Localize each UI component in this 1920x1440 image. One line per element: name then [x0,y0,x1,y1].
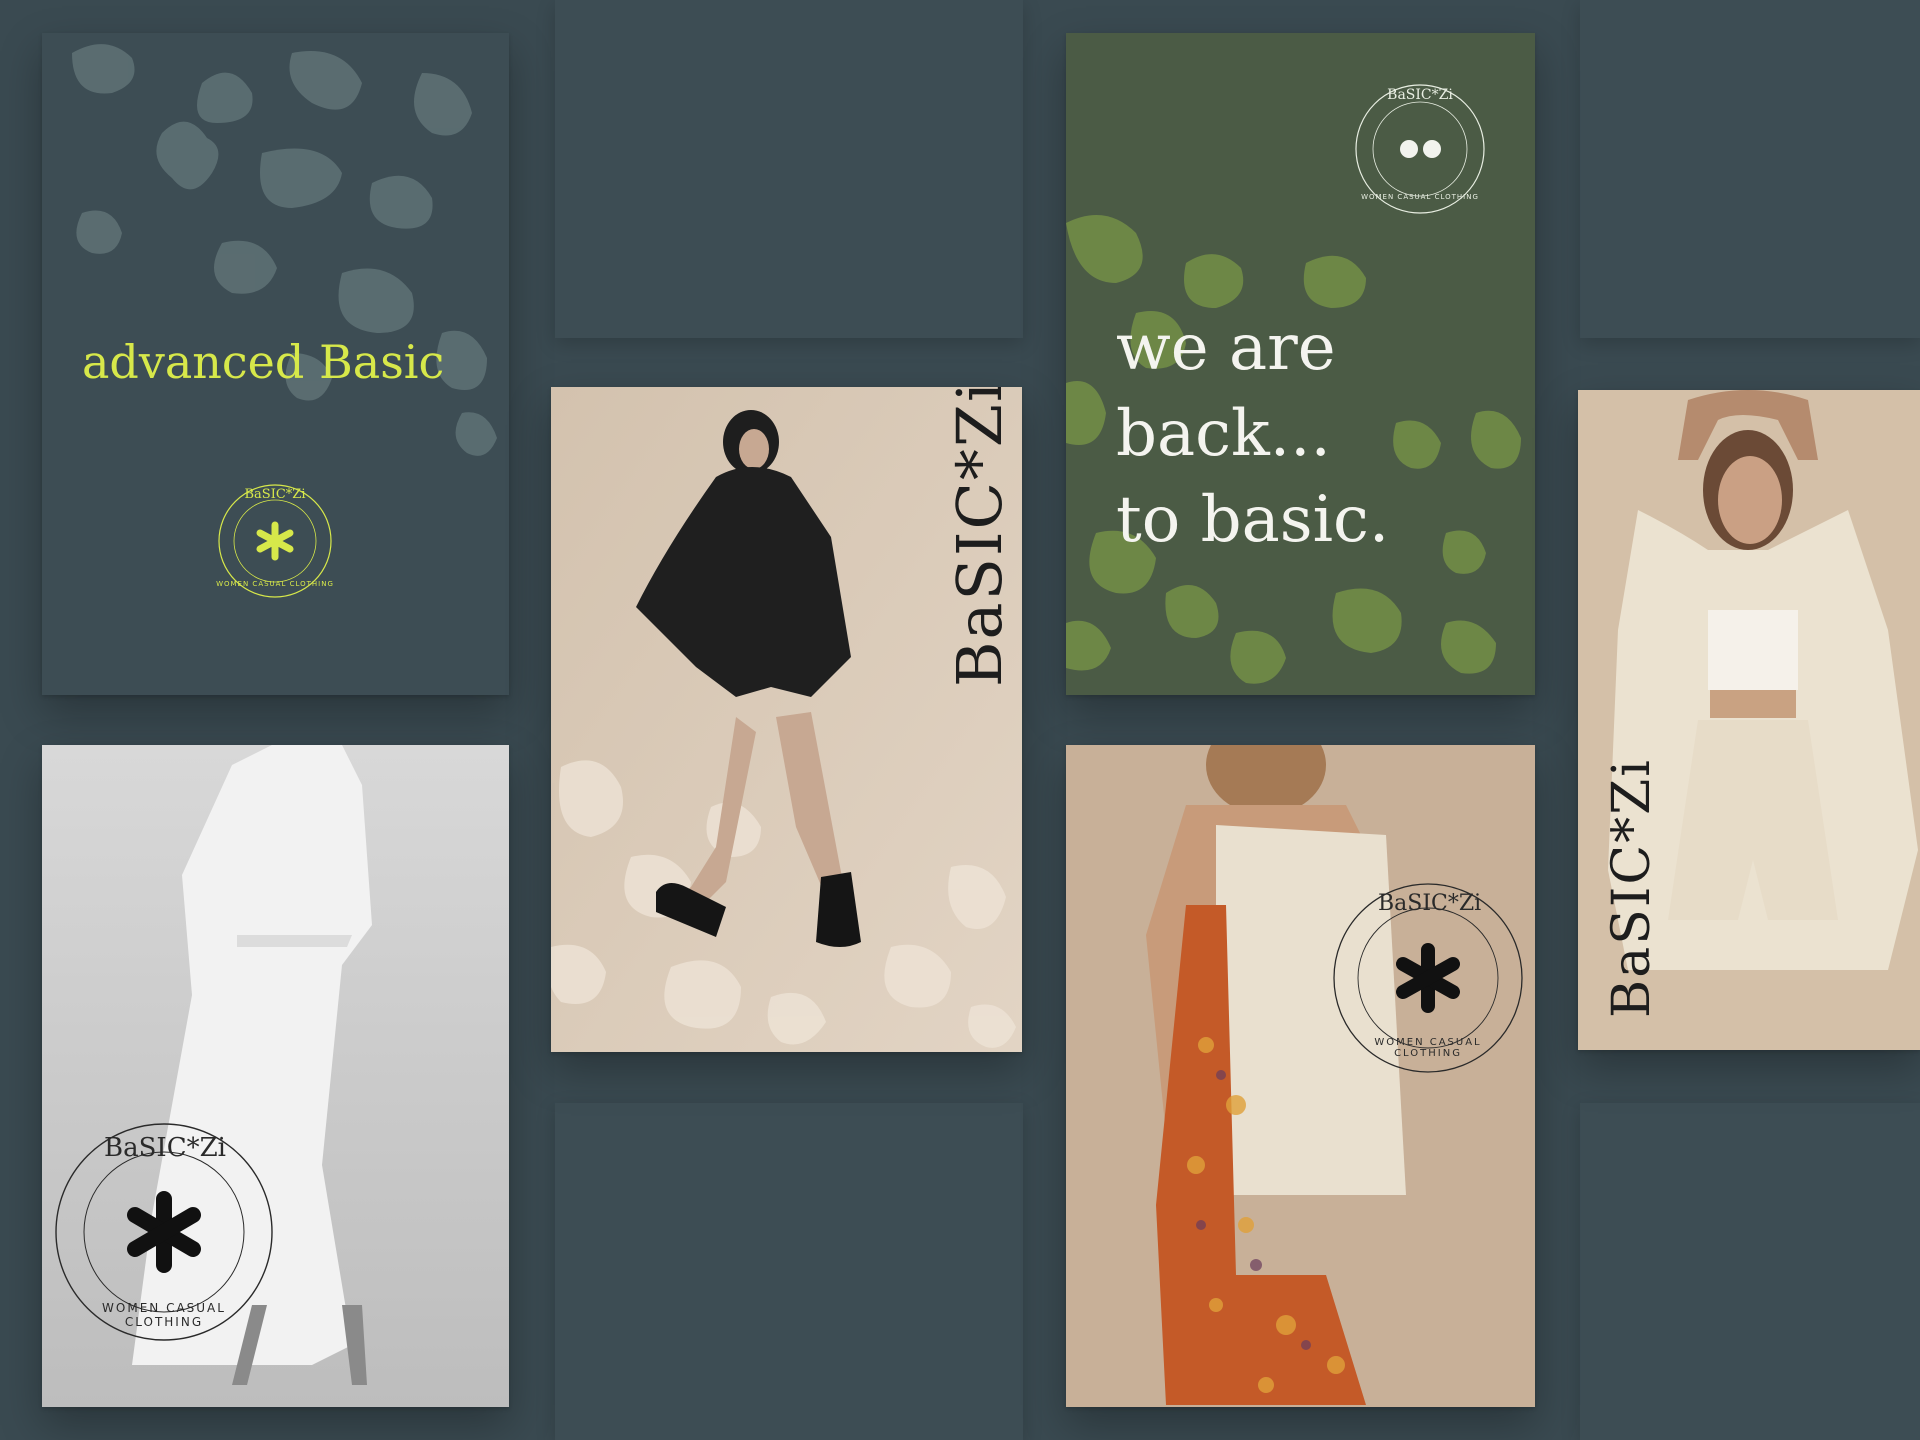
seal-ring-text: WOMEN CASUAL CLOTHING [216,580,334,588]
vertical-logo-2: BaSIC*Zi [1602,758,1662,1018]
seal-ring-text-outfit: WOMEN CASUAL CLOTHING [1374,1037,1482,1059]
poster-we-are-back: BaSIC*Zi WOMEN CASUAL CLOTHING we are ba… [1066,33,1535,695]
blank-card-top-right [1580,0,1920,338]
headline-advanced-basic: advanced Basic [82,335,445,389]
poster-patterned-outfit: BaSIC*Zi WOMEN CASUAL CLOTHING [1066,745,1535,1407]
headline-line-1: we are [1116,311,1336,385]
seal-ring-text-eyes: WOMEN CASUAL CLOTHING [1361,193,1479,201]
blank-card-bottom-middle [555,1103,1023,1440]
seal-top-text: BaSIC*Zi [244,487,306,502]
vertical-logo: BaSIC*Zi [943,387,1016,687]
seal-ring-text-large: WOMEN CASUAL CLOTHING [102,1301,226,1329]
seal-top-text-large: BaSIC*Zi [104,1133,226,1163]
poster-arms-up-model: BaSIC*Zi [1578,390,1920,1050]
poster-advanced-basic: advanced Basic BaSIC*Zi WOMEN CASUAL CLO… [42,33,509,695]
headline-line-3: to basic. [1116,483,1390,557]
headline-line-2: back... [1116,397,1331,471]
poster-hooded-model: BaSIC*Zi [551,387,1022,1052]
blank-card-bottom-right [1580,1103,1920,1440]
seal-top-text-outfit: BaSIC*Zi [1378,891,1482,916]
poster-white-dress: BaSIC*Zi WOMEN CASUAL CLOTHING [42,745,509,1407]
seal-top-text-eyes: BaSIC*Zi [1387,87,1453,103]
blank-card-top-middle [555,0,1023,338]
